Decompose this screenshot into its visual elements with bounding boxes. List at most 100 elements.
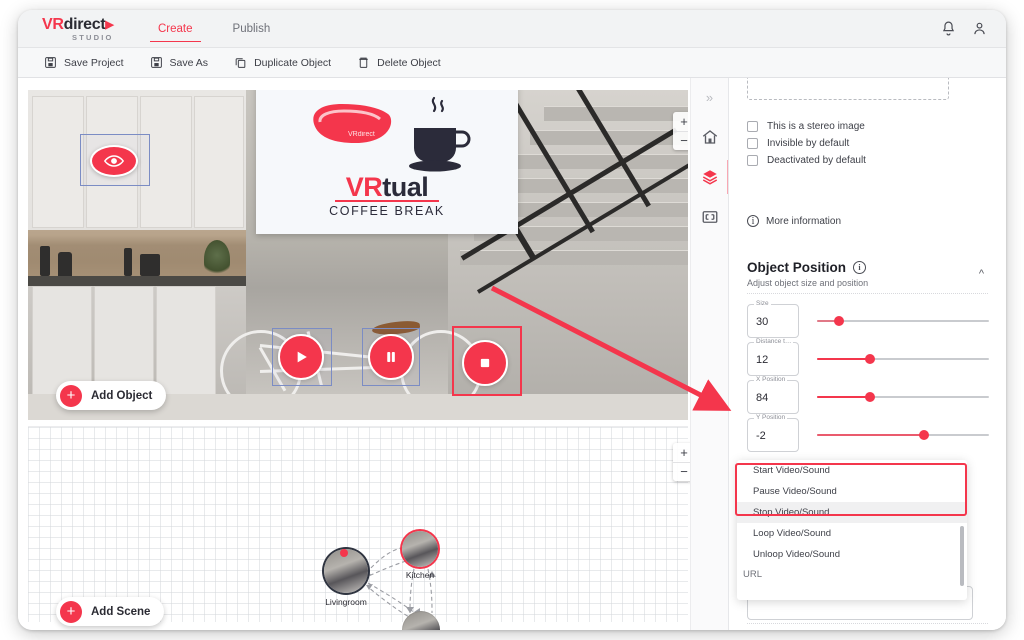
panorama-zoom-controls: + − <box>673 112 688 150</box>
logo-title: VRtual <box>345 172 429 202</box>
logo-subtitle: STUDIO <box>72 33 114 42</box>
app-logo: VRdirect▶ STUDIO <box>42 17 114 42</box>
dropdown-group-url: URL <box>743 569 763 580</box>
expand-chevrons-icon[interactable]: » <box>701 88 719 106</box>
y-position-slider[interactable] <box>817 430 989 440</box>
play-button[interactable] <box>278 334 324 380</box>
dropdown-item-stop-video[interactable]: Stop Video/Sound <box>737 502 967 523</box>
viewport-tool-rail: » <box>690 78 729 630</box>
add-object-label: Add Object <box>91 389 153 402</box>
object-position-subtitle: Adjust object size and position <box>747 278 869 288</box>
logo-text-direct: direct <box>63 16 106 33</box>
distance-input[interactable]: Distance t… 12 <box>747 338 799 376</box>
stop-icon <box>480 358 490 368</box>
pause-button[interactable] <box>368 334 414 380</box>
chevron-up-icon[interactable]: ^ <box>979 268 984 280</box>
y-position-field-row: Y Position -2 <box>747 414 989 452</box>
app-header: VRdirect▶ STUDIO Create Publish <box>18 10 1006 48</box>
scene-node-kitchen-label: Kitchen <box>405 570 435 580</box>
app-root: VRdirect▶ STUDIO Create Publish Save Pro… <box>0 0 1024 640</box>
pause-icon <box>387 352 395 362</box>
deactivated-default-checkbox[interactable] <box>747 155 758 166</box>
dropdown-item-loop-video[interactable]: Loop Video/Sound <box>737 523 967 544</box>
save-project-button[interactable]: Save Project <box>44 56 124 69</box>
more-information-link[interactable]: i More information <box>747 215 841 227</box>
delete-object-button[interactable]: Delete Object <box>357 56 441 69</box>
stop-button[interactable] <box>462 340 508 386</box>
invisible-default-checkbox[interactable] <box>747 138 758 149</box>
x-position-slider[interactable] <box>817 392 989 402</box>
scene-graph-canvas[interactable]: Livingroom Kitchen Bedroom + − <box>28 426 695 630</box>
dropdown-item-start-video[interactable]: Start Video/Sound <box>737 460 967 481</box>
dropdown-item-pause-video[interactable]: Pause Video/Sound <box>737 481 967 502</box>
image-upload-dropzone[interactable] <box>747 78 949 100</box>
trash-icon <box>357 56 370 69</box>
dropdown-scrollbar[interactable] <box>960 526 964 586</box>
svg-text:VRdirect: VRdirect <box>348 131 375 138</box>
stereo-image-checkbox-row[interactable]: This is a stereo image <box>747 121 865 132</box>
dropdown-item-unloop-video[interactable]: Unloop Video/Sound <box>737 544 967 565</box>
tab-create[interactable]: Create <box>138 10 213 48</box>
invisible-default-checkbox-row[interactable]: Invisible by default <box>747 138 849 149</box>
play-icon <box>297 351 307 363</box>
distance-slider[interactable] <box>817 354 989 364</box>
projection-screen: VRdirect VRtual COFFEE BREAK <box>256 90 518 234</box>
add-scene-button[interactable]: + Add Scene <box>56 597 165 626</box>
duplicate-icon <box>234 56 247 69</box>
size-input[interactable]: Size 30 <box>747 300 799 338</box>
application-window: VRdirect▶ STUDIO Create Publish Save Pro… <box>18 10 1006 630</box>
main-toolbar: Save Project Save As Duplicate Object De… <box>18 48 1006 78</box>
info-icon: i <box>747 215 759 227</box>
x-position-field-row: X Position 84 <box>747 376 989 414</box>
eye-icon <box>104 155 124 167</box>
size-value: 30 <box>756 316 769 328</box>
user-account-icon[interactable] <box>971 20 988 37</box>
y-position-legend: Y Position <box>754 414 788 421</box>
save-project-label: Save Project <box>64 56 124 69</box>
duplicate-object-button[interactable]: Duplicate Object <box>234 56 331 69</box>
logo-arrow-icon: ▶ <box>105 19 114 31</box>
stereo-image-checkbox[interactable] <box>747 121 758 132</box>
scene-node-kitchen[interactable] <box>402 531 438 567</box>
invisible-default-label: Invisible by default <box>767 138 850 149</box>
header-icon-group <box>940 20 988 37</box>
fullscreen-icon[interactable] <box>701 208 719 226</box>
x-position-input[interactable]: X Position 84 <box>747 376 799 414</box>
panel-bottom-divider <box>747 623 988 624</box>
logo-underline <box>335 200 439 202</box>
distance-field-row: Distance t… 12 <box>747 338 989 376</box>
size-legend: Size <box>754 300 771 307</box>
panorama-zoom-out-button[interactable]: − <box>673 132 688 151</box>
size-slider[interactable] <box>817 316 989 326</box>
object-position-title-text: Object Position <box>747 260 847 275</box>
duplicate-object-label: Duplicate Object <box>254 56 332 69</box>
layers-icon[interactable] <box>701 160 729 194</box>
object-position-info-icon[interactable]: i <box>853 261 867 274</box>
distance-legend: Distance t… <box>754 338 794 345</box>
x-position-legend: X Position <box>754 376 788 383</box>
event-type-dropdown[interactable]: Start Video/Sound Pause Video/Sound Stop… <box>737 460 967 600</box>
plus-icon: + <box>60 384 82 407</box>
notifications-bell-icon[interactable] <box>940 20 957 37</box>
more-information-label: More information <box>766 215 842 227</box>
add-object-button[interactable]: + Add Object <box>56 381 167 410</box>
save-as-button[interactable]: Save As <box>150 56 209 69</box>
save-icon <box>44 56 57 69</box>
save-as-icon <box>150 56 163 69</box>
vr-headset-coffee-logo-icon: VRdirect <box>313 96 471 172</box>
y-position-input[interactable]: Y Position -2 <box>747 414 799 452</box>
home-icon[interactable] <box>701 128 719 146</box>
add-scene-label: Add Scene <box>91 605 151 618</box>
deactivated-default-label: Deactivated by default <box>767 155 866 166</box>
tab-publish[interactable]: Publish <box>213 10 291 48</box>
stereo-image-label: This is a stereo image <box>767 121 865 132</box>
distance-value: 12 <box>756 354 769 366</box>
save-as-label: Save As <box>169 56 209 69</box>
deactivated-default-checkbox-row[interactable]: Deactivated by default <box>747 155 866 166</box>
main-tabs: Create Publish <box>138 10 290 48</box>
scene-node-livingroom-marker <box>340 549 348 557</box>
panorama-viewport[interactable]: VRdirect VRtual COFFEE BREAK + − <box>28 90 688 420</box>
eye-hotspot-button[interactable] <box>90 145 138 177</box>
properties-panel: This is a stereo image Invisible by defa… <box>728 78 1006 630</box>
panorama-zoom-in-button[interactable]: + <box>673 112 688 132</box>
